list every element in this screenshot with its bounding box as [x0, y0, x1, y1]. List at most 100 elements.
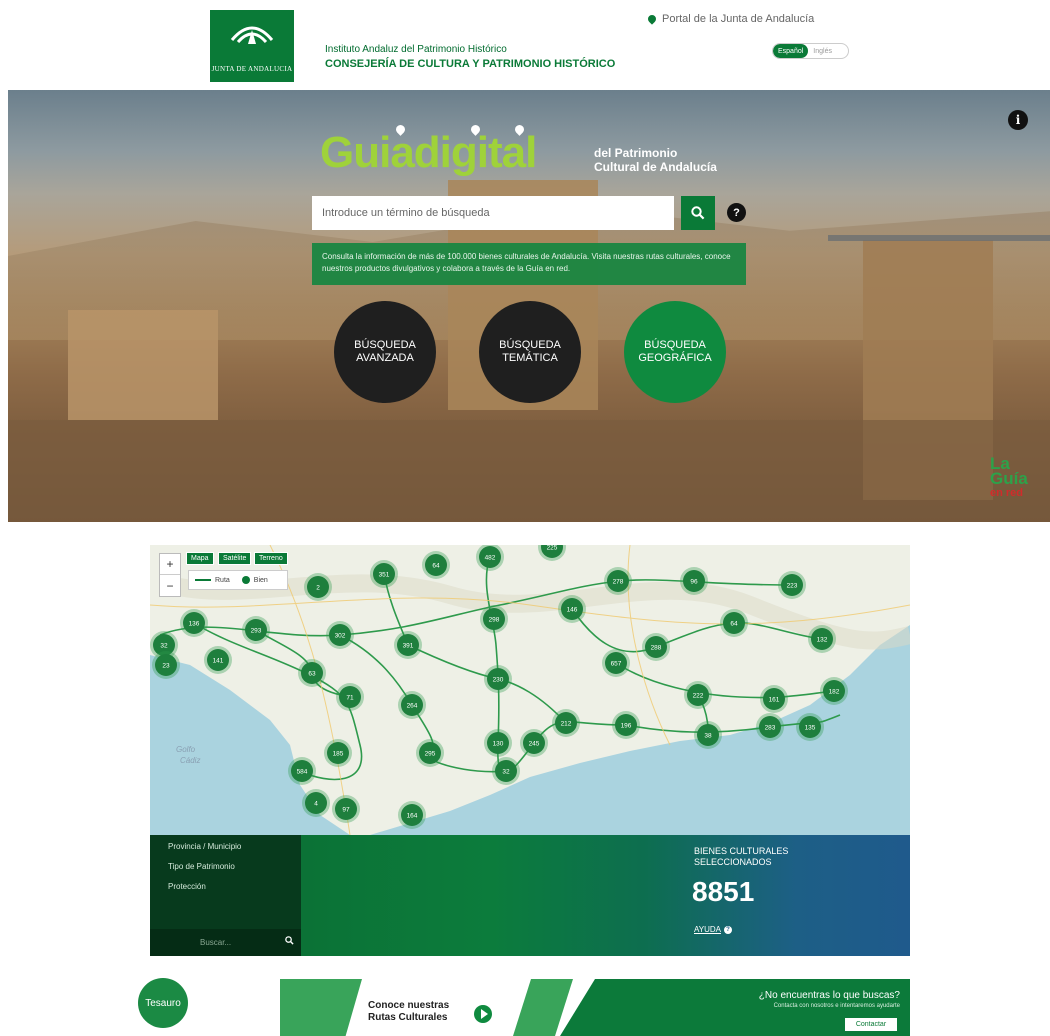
map-cluster-marker[interactable]: 63 [298, 659, 326, 687]
map-cluster-count: 283 [765, 725, 776, 732]
map-cluster-marker[interactable]: 302 [326, 621, 354, 649]
lang-es-button[interactable]: Español [773, 44, 809, 58]
search-button[interactable] [681, 196, 715, 230]
geographic-search-label-1: BÚSQUEDA [644, 339, 706, 351]
logo-text: JUNTA DE ANDALUCIA [211, 65, 293, 73]
filter-protection[interactable]: Protección [168, 882, 206, 891]
map-cluster-marker[interactable]: 164 [398, 801, 426, 829]
map-cluster-count: 135 [805, 725, 816, 732]
map-cluster-marker[interactable]: 185 [324, 739, 352, 767]
map-cluster-marker[interactable]: 64 [720, 609, 748, 637]
brand-subtitle-line1: del Patrimonio [594, 146, 678, 160]
map-cluster-marker[interactable]: 298 [480, 605, 508, 633]
map-cluster-marker[interactable]: 146 [558, 595, 586, 623]
search-icon [691, 206, 705, 220]
map-cluster-marker[interactable]: 23 [152, 651, 180, 679]
map-cluster-marker[interactable]: 96 [680, 567, 708, 595]
map-cluster-count: 141 [213, 658, 224, 665]
sea-label-golfo: Golfo [176, 745, 196, 754]
junta-logo[interactable]: JUNTA DE ANDALUCIA [210, 10, 294, 82]
routes-banner-text[interactable]: Conoce nuestras Rutas Culturales [368, 1000, 449, 1024]
map-cluster-marker[interactable]: 4 [302, 789, 330, 817]
map-legend: Ruta Bien [188, 570, 288, 590]
map-cluster-marker[interactable]: 196 [612, 711, 640, 739]
guia-en-red-link[interactable]: La Guía en red [990, 455, 1028, 501]
filter-province[interactable]: Provincia / Municipio [168, 842, 241, 851]
map-cluster-marker[interactable]: 351 [370, 560, 398, 588]
map-cluster-marker[interactable]: 212 [552, 709, 580, 737]
hero-foreground-ruins [8, 420, 1050, 522]
zoom-out-button[interactable]: − [160, 575, 180, 596]
map-cluster-marker[interactable]: 245 [520, 729, 548, 757]
search-input[interactable] [312, 196, 674, 230]
portal-link[interactable]: Portal de la Junta de Andalucía [646, 13, 815, 25]
map-cluster-count: 298 [489, 617, 500, 624]
map-cluster-count: 63 [308, 671, 316, 678]
map-cluster-marker[interactable]: 64 [422, 551, 450, 579]
map-cluster-count: 38 [704, 733, 712, 740]
map-cluster-count: 223 [787, 583, 798, 590]
map-cluster-marker[interactable]: 97 [332, 795, 360, 823]
advanced-search-button[interactable]: BÚSQUEDA AVANZADA [334, 301, 436, 403]
selected-items-title-line2: SELECCIONADOS [694, 857, 772, 867]
lang-en-button[interactable]: Inglés [808, 48, 837, 55]
map-cluster-count: 222 [693, 693, 704, 700]
map-cluster-marker[interactable]: 283 [756, 713, 784, 741]
map-cluster-marker[interactable]: 182 [820, 677, 848, 705]
item-legend-swatch [241, 576, 250, 584]
geographic-search-button[interactable]: BÚSQUEDA GEOGRÁFICA [624, 301, 726, 403]
map-cluster-marker[interactable]: 584 [288, 757, 316, 785]
map-cluster-count: 351 [379, 572, 390, 579]
map-cluster-count: 288 [651, 645, 662, 652]
map-cluster-marker[interactable]: 657 [602, 649, 630, 677]
search-icon[interactable] [285, 936, 294, 945]
tesauro-button[interactable]: Tesauro [138, 978, 188, 1028]
portal-link-label: Portal de la Junta de Andalucía [662, 13, 815, 25]
map-cluster-count: 212 [561, 721, 572, 728]
map-cluster-marker[interactable]: 288 [642, 633, 670, 661]
contact-button[interactable]: Contactar [845, 1018, 897, 1031]
map-cluster-marker[interactable]: 295 [416, 739, 444, 767]
route-legend-label: Ruta [215, 576, 230, 584]
thematic-search-button[interactable]: BÚSQUEDA TEMÁTICA [479, 301, 581, 403]
search-help-icon[interactable]: ? [727, 203, 746, 222]
consejeria-name[interactable]: CONSEJERÍA DE CULTURA Y PATRIMONIO HISTÓ… [325, 58, 615, 70]
play-icon[interactable] [474, 1005, 492, 1023]
map-cluster-marker[interactable]: 230 [484, 665, 512, 693]
map-cluster-marker[interactable]: 132 [808, 625, 836, 653]
satellite-layer-button[interactable]: Satélite [218, 552, 252, 565]
map-cluster-marker[interactable]: 2 [304, 573, 332, 601]
map-cluster-marker[interactable]: 222 [684, 681, 712, 709]
zoom-in-button[interactable]: + [160, 554, 180, 575]
info-icon[interactable]: i [1008, 110, 1028, 130]
map-cluster-marker[interactable]: 293 [242, 616, 270, 644]
map-cluster-marker[interactable]: 38 [694, 721, 722, 749]
intro-text: Consulta la información de más de 100.00… [312, 243, 746, 285]
help-link[interactable]: AYUDA ? [694, 925, 732, 934]
map-cluster-marker[interactable]: 278 [604, 567, 632, 595]
map-cluster-marker[interactable]: 391 [394, 631, 422, 659]
map-cluster-marker[interactable]: 161 [760, 685, 788, 713]
map-cluster-marker[interactable]: 223 [778, 571, 806, 599]
map-cluster-marker[interactable]: 130 [484, 729, 512, 757]
map-cluster-marker[interactable]: 136 [180, 609, 208, 637]
map-cluster-marker[interactable]: 71 [336, 683, 364, 711]
map-cluster-count: 302 [335, 633, 346, 640]
hero-fortress-wall [68, 310, 218, 420]
filter-heritage-type[interactable]: Tipo de Patrimonio [168, 862, 235, 871]
guia-en-red-line2: Guía [990, 469, 1028, 488]
map-layer-button[interactable]: Mapa [186, 552, 214, 565]
map-cluster-count: 182 [829, 689, 840, 696]
advanced-search-label-2: AVANZADA [356, 352, 414, 364]
location-pin-icon [646, 13, 658, 25]
map-cluster-marker[interactable]: 32 [492, 757, 520, 785]
map-cluster-marker[interactable]: 141 [204, 646, 232, 674]
map-cluster-count: 136 [189, 621, 200, 628]
map-cluster-marker[interactable]: 264 [398, 691, 426, 719]
map-cluster-count: 245 [529, 741, 540, 748]
map-cluster-marker[interactable]: 135 [796, 713, 824, 741]
institute-name[interactable]: Instituto Andaluz del Patrimonio Históri… [325, 44, 507, 55]
map-cluster-count: 146 [567, 607, 578, 614]
terrain-layer-button[interactable]: Terreno [254, 552, 288, 565]
map-cluster-count: 295 [425, 751, 436, 758]
